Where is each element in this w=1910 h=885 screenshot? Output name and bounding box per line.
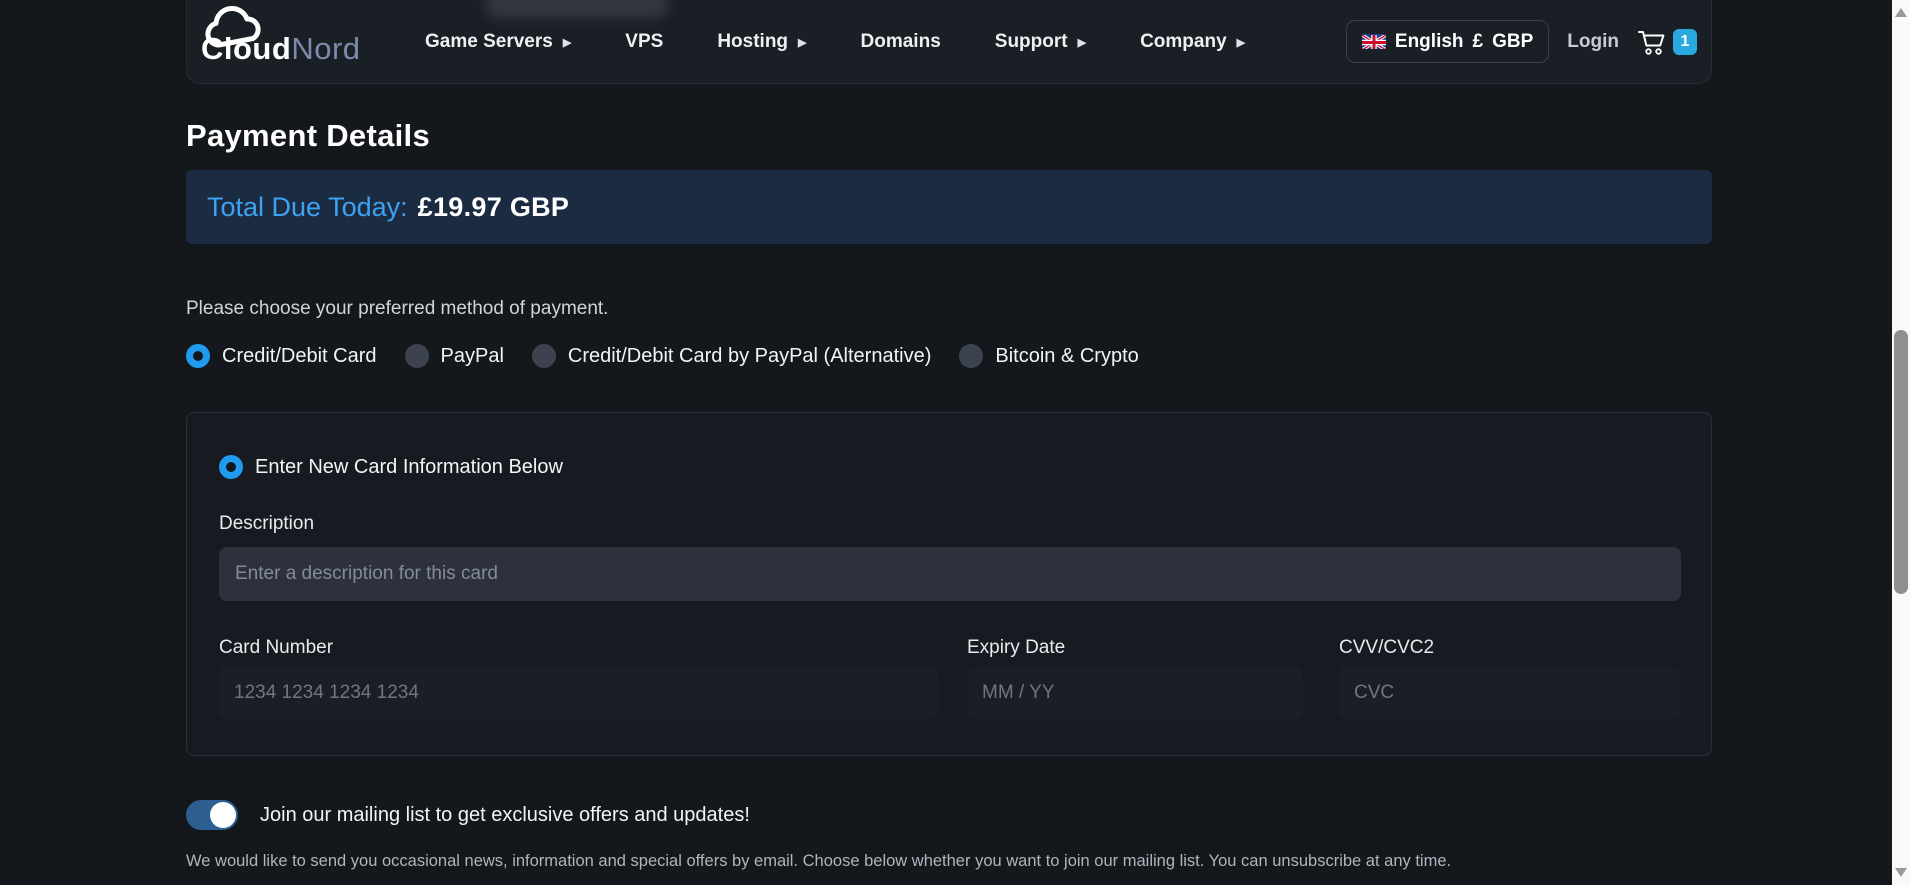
new-card-panel: Enter New Card Information Below Descrip…	[186, 412, 1712, 756]
cart-button[interactable]: 1	[1637, 28, 1697, 56]
new-card-radio-option[interactable]: Enter New Card Information Below	[219, 455, 563, 479]
card-description-input[interactable]	[219, 547, 1681, 601]
main-content: Payment Details Total Due Today: £19.97 …	[186, 84, 1712, 871]
total-due-label: Total Due Today:	[207, 191, 408, 222]
radio-label: Bitcoin & Crypto	[995, 344, 1139, 367]
nav-label: Support	[994, 30, 1068, 52]
nav-label: Company	[1140, 30, 1227, 52]
chevron-right-icon: ▶	[1236, 37, 1246, 49]
nav-label: VPS	[625, 30, 664, 52]
main-nav: Game Servers ▶ VPS Hosting ▶ Domains Sup…	[425, 31, 1245, 53]
expiry-date-label: Expiry Date	[967, 637, 1066, 658]
method-bitcoin-crypto[interactable]: Bitcoin & Crypto	[959, 344, 1139, 368]
radio-label: Enter New Card Information Below	[255, 455, 563, 478]
method-card-by-paypal[interactable]: Credit/Debit Card by PayPal (Alternative…	[531, 344, 932, 368]
radio-unselected-icon[interactable]	[959, 344, 984, 368]
nav-item-domains[interactable]: Domains	[861, 31, 941, 53]
payment-method-prompt: Please choose your preferred method of p…	[186, 298, 609, 319]
cart-count-badge: 1	[1673, 28, 1697, 55]
login-link[interactable]: Login	[1567, 31, 1619, 53]
card-number-input[interactable]	[219, 667, 939, 719]
blurred-button-remnant	[487, 0, 667, 18]
site-header: CloudNord Game Servers ▶ VPS Hosting ▶ D…	[186, 0, 1712, 84]
chevron-right-icon: ▶	[1077, 37, 1087, 49]
cvv-input[interactable]	[1339, 667, 1681, 719]
nav-label: Hosting	[717, 30, 789, 52]
chevron-right-icon: ▶	[798, 37, 807, 49]
mailing-list-row: Join our mailing list to get exclusive o…	[186, 800, 1712, 830]
language-label: English	[1394, 30, 1464, 52]
cart-icon	[1638, 30, 1665, 55]
nav-item-hosting[interactable]: Hosting ▶	[717, 31, 806, 53]
nav-item-vps[interactable]: VPS	[625, 31, 663, 53]
uk-flag-icon	[1361, 34, 1386, 49]
nav-label: Game Servers	[425, 30, 553, 52]
toggle-knob	[210, 802, 236, 828]
mailing-list-label: Join our mailing list to get exclusive o…	[260, 803, 750, 826]
total-due-value: £19.97 GBP	[417, 191, 570, 222]
radio-selected-icon[interactable]	[186, 344, 210, 368]
currency-code: GBP	[1492, 30, 1534, 52]
expiry-date-input[interactable]	[967, 667, 1303, 719]
nav-item-support[interactable]: Support ▶	[995, 31, 1086, 53]
logo-word-nord: Nord	[291, 30, 361, 66]
header-right-group: English £ GBP Login 1	[1345, 20, 1697, 63]
mailing-list-toggle[interactable]	[186, 800, 238, 830]
payment-method-options: Credit/Debit Card PayPal Credit/Debit Ca…	[186, 344, 1712, 368]
scroll-down-arrow[interactable]	[1895, 868, 1907, 877]
vertical-scrollbar[interactable]	[1892, 0, 1910, 885]
radio-selected-icon[interactable]	[219, 455, 243, 479]
logo-word-cloud: Cloud	[201, 30, 292, 66]
nav-label: Domains	[860, 30, 941, 52]
radio-label: PayPal	[440, 344, 504, 367]
scroll-up-arrow[interactable]	[1895, 8, 1907, 17]
description-label: Description	[219, 513, 315, 534]
nav-item-company[interactable]: Company ▶	[1140, 31, 1245, 53]
radio-label: Credit/Debit Card by PayPal (Alternative…	[567, 344, 932, 367]
chevron-right-icon: ▶	[562, 37, 572, 49]
currency-symbol: £	[1472, 30, 1484, 52]
page-title: Payment Details	[186, 118, 430, 153]
nav-item-game-servers[interactable]: Game Servers ▶	[425, 31, 571, 53]
cloudnord-logo[interactable]: CloudNord	[199, 5, 361, 75]
radio-label: Credit/Debit Card	[222, 344, 377, 367]
radio-unselected-icon[interactable]	[404, 344, 429, 368]
language-currency-selector[interactable]: English £ GBP	[1345, 20, 1550, 63]
cvv-label: CVV/CVC2	[1339, 637, 1435, 658]
card-number-label: Card Number	[219, 637, 334, 658]
radio-unselected-icon[interactable]	[531, 344, 556, 368]
method-credit-debit-card[interactable]: Credit/Debit Card	[186, 344, 377, 368]
logo-text: CloudNord	[201, 31, 361, 67]
mailing-list-description: We would like to send you occasional new…	[186, 852, 1452, 870]
method-paypal[interactable]: PayPal	[404, 344, 504, 368]
total-due-banner: Total Due Today: £19.97 GBP	[186, 170, 1712, 244]
scrollbar-thumb[interactable]	[1894, 330, 1908, 594]
